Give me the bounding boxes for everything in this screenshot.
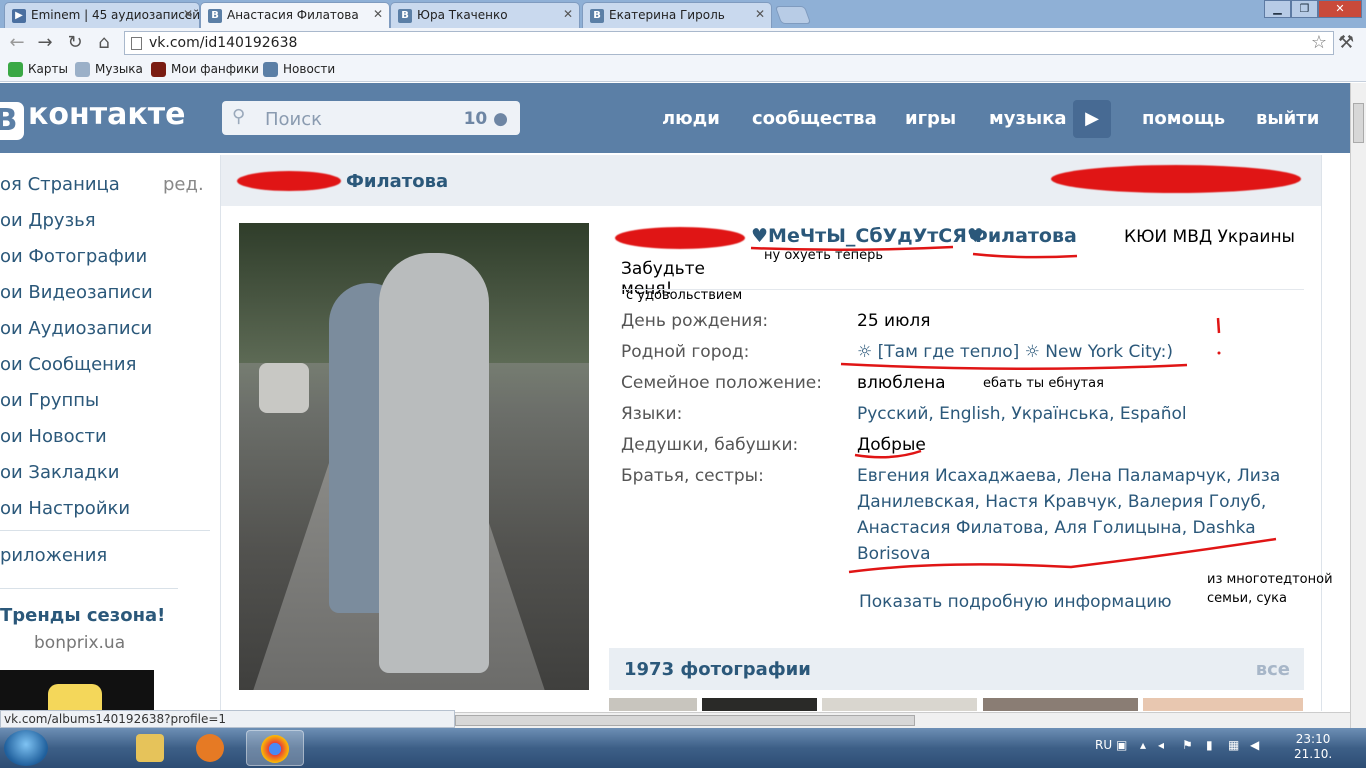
- menu-edit-link[interactable]: ред.: [163, 174, 204, 195]
- maximize-button[interactable]: ❐: [1291, 0, 1318, 18]
- online-count: 10 ●: [463, 109, 508, 129]
- nav-games[interactable]: игры: [905, 108, 956, 129]
- menu-apps[interactable]: риложения: [0, 545, 107, 566]
- tab-anastasia[interactable]: B Анастасия Филатова ✕: [200, 2, 390, 28]
- menu-messages[interactable]: ои Сообщения: [0, 354, 136, 375]
- system-clock[interactable]: 23:10 21.10.: [1294, 732, 1332, 762]
- nav-help[interactable]: помощь: [1142, 108, 1225, 129]
- browser-toolbar: ← → ↻ ⌂ vk.com/id140192638 ☆ ⚒: [0, 28, 1366, 58]
- network-icon[interactable]: ▦: [1228, 738, 1239, 752]
- user-icon: ●: [493, 109, 508, 129]
- vk-icon: B: [398, 9, 412, 23]
- close-tab-icon[interactable]: ✕: [563, 7, 573, 21]
- chrome-icon: [261, 735, 289, 763]
- menu-audio[interactable]: ои Аудиозаписи: [0, 318, 152, 339]
- bookmark-news[interactable]: Новости: [263, 62, 335, 77]
- star-icon[interactable]: ☆: [1311, 32, 1327, 53]
- vertical-scrollbar[interactable]: [1350, 83, 1366, 728]
- language-indicator[interactable]: RU: [1095, 738, 1112, 752]
- status-url: vk.com/albums140192638?profile=1: [0, 710, 455, 728]
- battery-icon[interactable]: ▮: [1206, 738, 1213, 752]
- menu-photos[interactable]: ои Фотографии: [0, 246, 147, 267]
- bookmark-fanfics[interactable]: Мои фанфики: [151, 62, 259, 77]
- search-icon: ⚲: [232, 106, 246, 127]
- vk-logo[interactable]: Bконтакте: [0, 97, 185, 140]
- new-tab-button[interactable]: [774, 6, 812, 24]
- menu-news[interactable]: ои Новости: [0, 426, 107, 447]
- close-tab-icon[interactable]: ✕: [373, 7, 383, 21]
- profile-content: Филатова ♥МеЧтЫ_СбУдУтСЯ♥ Филатова ну ох…: [220, 155, 1333, 711]
- media-player-icon: [196, 734, 224, 762]
- fanfic-icon: [151, 62, 166, 77]
- bookmarks-bar: Карты Музыка Мои фанфики Новости: [0, 58, 1366, 82]
- ad-image[interactable]: [0, 670, 154, 710]
- taskbar-explorer[interactable]: [122, 730, 180, 766]
- close-tab-icon[interactable]: ✕: [755, 7, 765, 21]
- forward-icon[interactable]: →: [34, 32, 56, 53]
- tab-ekaterina[interactable]: B Екатерина Гироль ✕: [582, 2, 772, 28]
- flag-icon[interactable]: ⚑: [1182, 738, 1193, 752]
- nav-logout[interactable]: выйти: [1256, 108, 1319, 129]
- address-bar[interactable]: vk.com/id140192638 ☆: [124, 31, 1334, 55]
- tray-arrow-icon[interactable]: ▴: [1140, 738, 1146, 752]
- tab-strip: ▶ Eminem | 45 аудиозаписей ✕ B Анастасия…: [0, 0, 1366, 28]
- menu-friends[interactable]: ои Друзья: [0, 210, 96, 231]
- vk-icon: B: [590, 9, 604, 23]
- play-icon: ▶: [12, 9, 26, 23]
- hidden-icons-icon[interactable]: ◂: [1158, 738, 1164, 752]
- menu-groups[interactable]: ои Группы: [0, 390, 99, 411]
- ad-domain[interactable]: bonprix.ua: [34, 633, 125, 653]
- menu-divider: [0, 530, 210, 531]
- nav-people[interactable]: люди: [662, 108, 720, 129]
- bookmark-music[interactable]: Музыка: [75, 62, 143, 77]
- vk-header: Bконтакте ⚲ Поиск 10 ● люди сообщества и…: [0, 83, 1350, 153]
- folder-icon: [136, 734, 164, 762]
- minimize-button[interactable]: ▁: [1264, 0, 1291, 18]
- home-icon[interactable]: ⌂: [93, 32, 115, 53]
- vk-logo-icon: B: [0, 102, 24, 140]
- pdf-icon[interactable]: ▣: [1116, 738, 1127, 752]
- menu-my-page[interactable]: оя Страница: [0, 174, 120, 195]
- windows-taskbar: RU ▣ ▴ ◂ ⚑ ▮ ▦ ◀ 23:10 21.10.: [0, 728, 1366, 768]
- wrench-icon[interactable]: ⚒: [1338, 32, 1354, 53]
- tab-eminem[interactable]: ▶ Eminem | 45 аудиозаписей ✕: [4, 2, 200, 28]
- menu-videos[interactable]: ои Видеозаписи: [0, 282, 153, 303]
- nav-music[interactable]: музыка: [989, 108, 1067, 129]
- volume-icon[interactable]: ◀: [1250, 738, 1259, 752]
- taskbar-media-player[interactable]: [182, 730, 240, 766]
- reload-icon[interactable]: ↻: [64, 32, 86, 53]
- ad-title[interactable]: Тренды сезона!: [0, 605, 165, 626]
- start-button[interactable]: [4, 730, 48, 766]
- close-window-button[interactable]: ✕: [1318, 0, 1362, 18]
- horizontal-scrollbar[interactable]: [455, 712, 1350, 728]
- red-annotation-lines: [750, 245, 1277, 574]
- page-icon: [131, 37, 142, 50]
- menu-settings[interactable]: ои Настройки: [0, 498, 130, 519]
- close-tab-icon[interactable]: ✕: [183, 7, 193, 21]
- bookmark-maps[interactable]: Карты: [8, 62, 68, 77]
- nav-communities[interactable]: сообщества: [752, 108, 877, 129]
- menu-bookmarks[interactable]: ои Закладки: [0, 462, 119, 483]
- taskbar-chrome[interactable]: [246, 730, 304, 766]
- tab-yura[interactable]: B Юра Ткаченко ✕: [390, 2, 580, 28]
- back-icon[interactable]: ←: [6, 32, 28, 53]
- vk-icon: [263, 62, 278, 77]
- play-icon[interactable]: ▶: [1073, 100, 1111, 138]
- menu-divider: [0, 588, 178, 589]
- search-input[interactable]: ⚲ Поиск 10 ●: [222, 101, 520, 135]
- vk-icon: B: [208, 9, 222, 23]
- speaker-icon: [75, 62, 90, 77]
- maps-icon: [8, 62, 23, 77]
